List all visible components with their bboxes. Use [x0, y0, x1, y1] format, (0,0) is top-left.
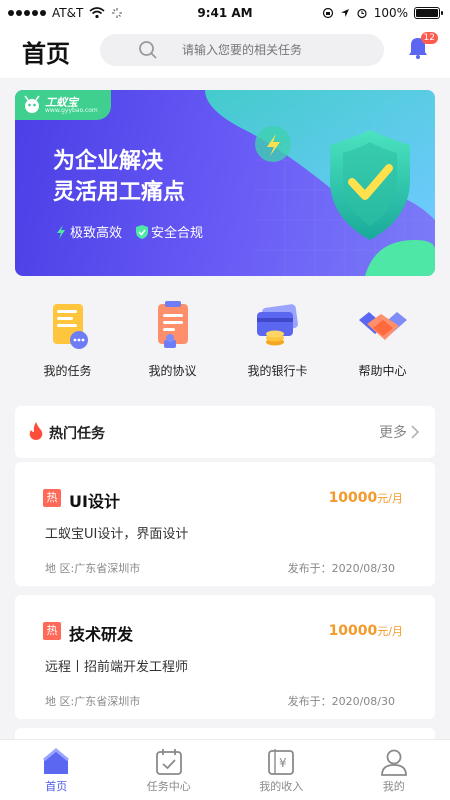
task-publish-date: 发布于：2020/08/30	[287, 562, 395, 575]
tab-task-center[interactable]: 任务中心	[113, 740, 226, 800]
ant-logo-icon	[24, 95, 40, 113]
notification-button[interactable]: 12	[406, 32, 438, 64]
hot-badge: 热	[43, 622, 61, 640]
user-icon	[380, 749, 407, 776]
tag-efficient-label: 极致高效	[70, 226, 123, 241]
home-icon	[43, 748, 70, 774]
notification-badge: 12	[420, 32, 438, 44]
salary-unit: 元/月	[377, 625, 403, 638]
action-label: 我的协议	[148, 364, 197, 378]
banner-title-line-2: 灵活用工痛点	[53, 180, 186, 205]
task-salary: 10000元/月	[329, 490, 403, 506]
more-label: 更多	[379, 425, 407, 441]
action-label: 我的任务	[43, 364, 92, 378]
alarm-icon	[357, 8, 367, 19]
promo-banner[interactable]: 工蚁宝 www.gyybao.com 为企业解决 灵活用工痛点 极致高效 安全合…	[15, 90, 435, 276]
hot-tasks-header: 热门任务 更多	[15, 406, 435, 458]
task-description: 远程丨招前端开发工程师	[45, 660, 189, 675]
action-my-agreements[interactable]: 我的协议	[120, 300, 225, 390]
tag-secure: 安全合规	[136, 222, 203, 241]
logo-url: www.gyybao.com	[45, 107, 98, 114]
task-location: 地 区:广东省深圳市	[45, 562, 141, 575]
tag-secure-label: 安全合规	[151, 226, 204, 241]
task-description: 工蚁宝UI设计，界面设计	[45, 527, 189, 542]
battery-percent: 100%	[373, 6, 408, 20]
task-publish-date: 发布于：2020/08/30	[287, 695, 395, 708]
salary-amount: 10000	[328, 623, 378, 639]
rotation-lock-icon	[322, 7, 333, 19]
action-label: 我的银行卡	[247, 364, 308, 378]
lightning-icon	[57, 224, 65, 239]
salary-unit: 元/月	[377, 492, 403, 505]
quick-actions: 我的任务 我的协议 我的银行卡 帮助中心	[15, 300, 435, 390]
task-location: 地 区:广东省深圳市	[45, 695, 141, 708]
agreement-document-icon	[157, 301, 188, 348]
battery-icon	[414, 7, 443, 19]
task-salary: 10000元/月	[329, 623, 403, 639]
shield-check-icon	[136, 224, 149, 239]
tab-my-income[interactable]: ¥ 我的收入	[225, 740, 338, 800]
banner-title: 为企业解决 灵活用工痛点	[53, 146, 185, 208]
search-input[interactable]	[182, 43, 384, 57]
brand-logo: 工蚁宝 www.gyybao.com	[15, 90, 111, 120]
action-my-bank-card[interactable]: 我的银行卡	[225, 300, 330, 390]
action-my-tasks[interactable]: 我的任务	[15, 300, 120, 390]
tag-efficient: 极致高效	[55, 222, 122, 241]
tab-label: 任务中心	[146, 780, 191, 793]
handshake-icon	[358, 312, 407, 340]
action-help-center[interactable]: 帮助中心	[330, 300, 435, 390]
status-bar: AT&T 9:41 AM 100%	[0, 0, 450, 26]
chevron-right-icon	[411, 425, 419, 439]
search-icon	[139, 41, 157, 59]
task-title: 技术研发	[69, 625, 134, 644]
task-clipboard-icon	[52, 304, 88, 349]
hot-badge: 热	[43, 489, 61, 507]
banner-title-line-1: 为企业解决	[53, 149, 164, 174]
tab-me[interactable]: 我的	[338, 740, 450, 800]
action-label: 帮助中心	[358, 364, 407, 378]
task-card[interactable]: 热 UI设计 10000元/月 工蚁宝UI设计，界面设计 地 区:广东省深圳市 …	[15, 462, 435, 586]
calendar-check-icon	[155, 749, 182, 775]
tab-label: 我的收入	[259, 780, 304, 793]
fire-icon	[29, 422, 43, 440]
tab-home[interactable]: 首页	[0, 740, 113, 800]
more-link[interactable]: 更多	[379, 422, 419, 442]
bottom-tab-bar: 首页 任务中心 ¥ 我的收入 我的	[0, 739, 450, 800]
search-bar[interactable]	[100, 34, 384, 66]
bank-card-icon	[256, 304, 298, 346]
hot-tasks-title: 热门任务	[49, 426, 105, 442]
app-header: 首页 12	[0, 26, 450, 78]
task-title: UI设计	[69, 492, 120, 511]
task-card[interactable]: 热 技术研发 10000元/月 远程丨招前端开发工程师 地 区:广东省深圳市 发…	[15, 595, 435, 719]
salary-amount: 10000	[328, 490, 378, 506]
income-receipt-icon: ¥	[268, 749, 295, 775]
page-title: 首页	[22, 40, 70, 68]
status-right: 100%	[322, 6, 443, 20]
location-icon	[340, 9, 349, 17]
svg-text:¥: ¥	[279, 756, 287, 770]
tab-label: 我的	[382, 780, 405, 793]
banner-tags: 极致高效 安全合规	[55, 222, 203, 241]
tab-label: 首页	[45, 780, 68, 793]
